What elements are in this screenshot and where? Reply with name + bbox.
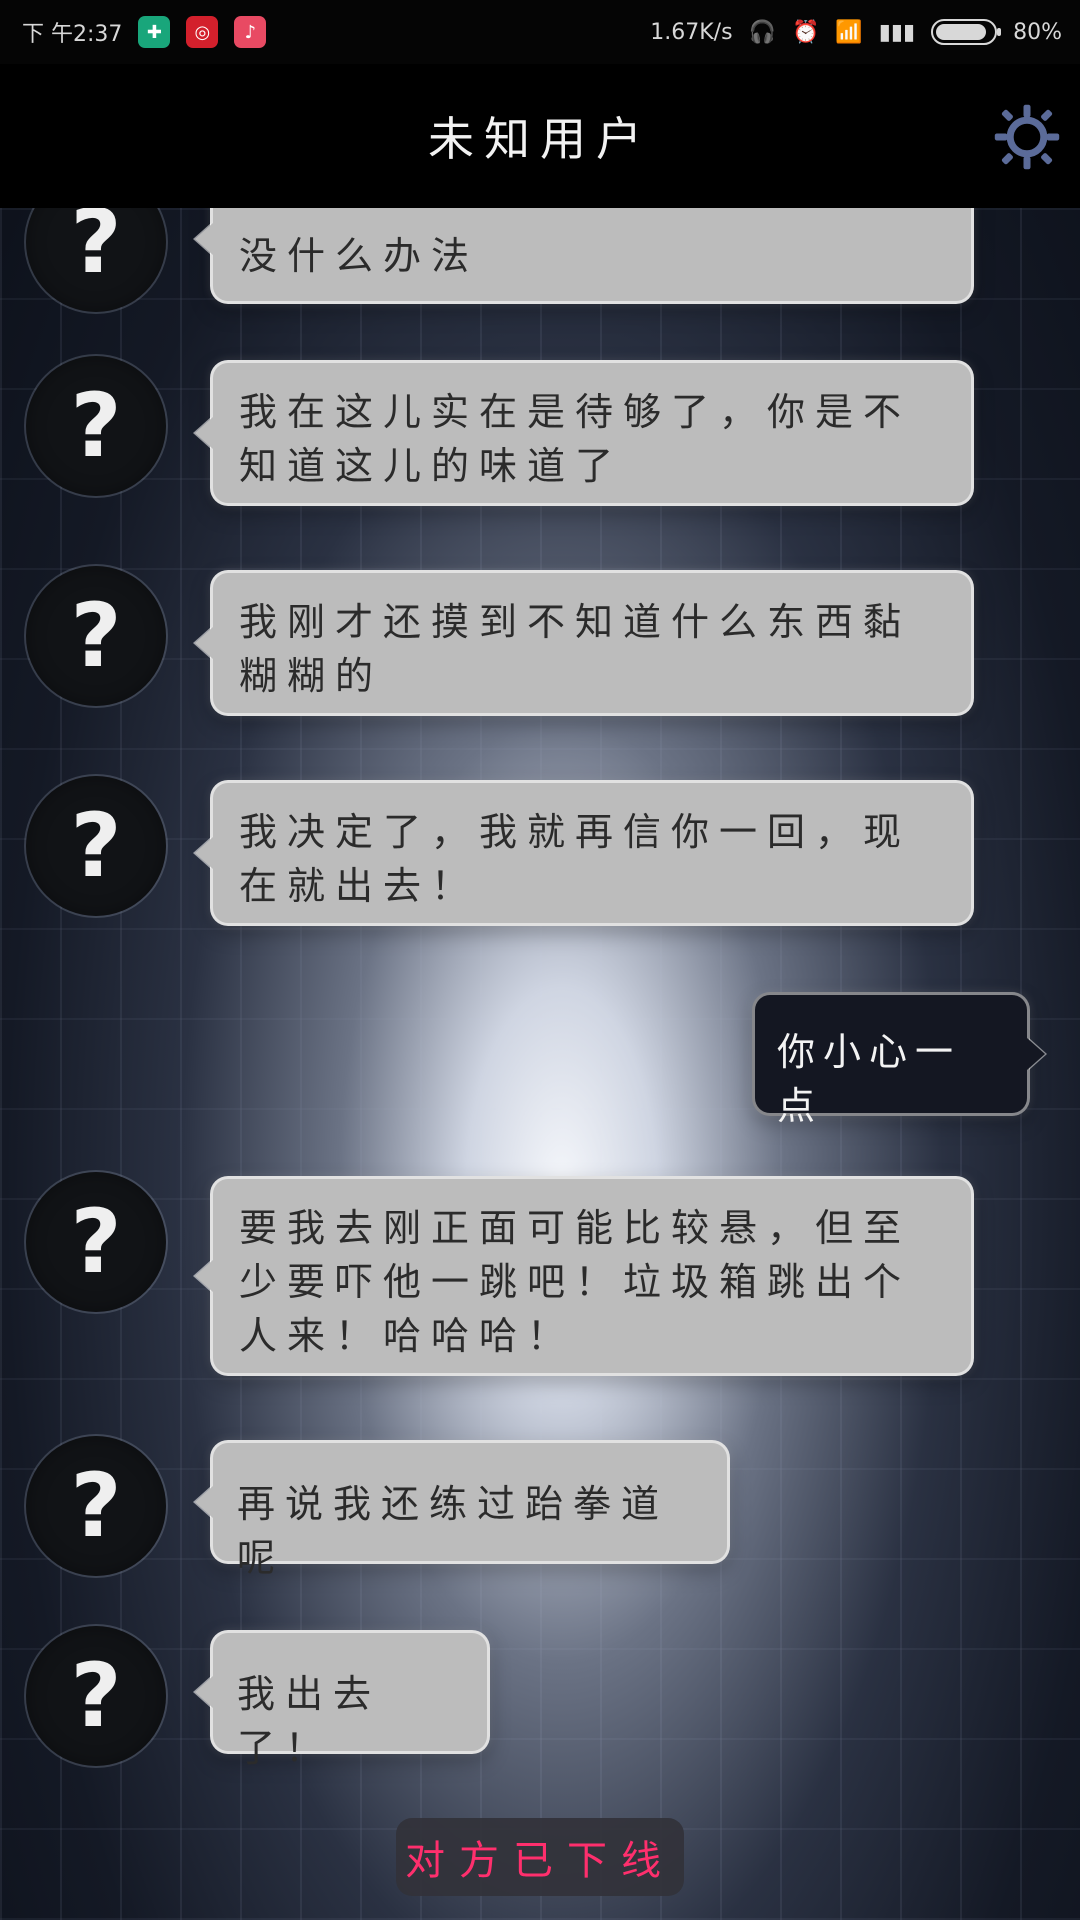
battery-tip (997, 28, 1002, 36)
message-bubble: 再说我还练过跆拳道呢 (210, 1440, 730, 1580)
question-mark-icon: ? (70, 208, 122, 293)
question-mark-icon: ? (70, 794, 122, 897)
chat-header: 未知用户 (0, 64, 1080, 208)
question-mark-icon: ? (70, 1190, 122, 1293)
tiktok-icon: ♪ (234, 16, 267, 48)
chat-title: 未知用户 (428, 112, 652, 166)
message-text: 我刚才还摸到不知道什么东西黏糊糊的 (239, 600, 912, 698)
battery-fill (936, 24, 986, 40)
question-mark-icon: ? (70, 1644, 122, 1747)
avatar-unknown-user: ? (26, 1626, 166, 1766)
battery-percent: 80% (1013, 19, 1062, 45)
alarm-icon: ⏰ (791, 19, 820, 45)
headphones-icon: 🎧 (748, 19, 776, 45)
message-text: 我出去了！ (237, 1672, 382, 1770)
message-text: 再说我还练过跆拳道呢 (237, 1482, 670, 1580)
time: 下 午2:37 (22, 22, 123, 47)
status-bar-left: 下 午2:37 ✚ ◎ ♪ (22, 16, 267, 48)
message-bubble: 没什么办法 (210, 208, 974, 304)
status-bar: 下 午2:37 ✚ ◎ ♪ 1.67K/s 🎧 ⏰ 📶 ▮▮▮ 80% (0, 0, 1080, 64)
avatar-unknown-user: ? (26, 208, 166, 312)
network-speed: 1.67K/s (650, 19, 733, 45)
offline-status-text: 对方已下线 (405, 1838, 675, 1884)
message-text: 我决定了，我就再信你一回，现在就出去！ (239, 810, 912, 908)
message-bubble: 我决定了，我就再信你一回，现在就出去！ (210, 780, 974, 926)
question-mark-icon: ? (70, 584, 122, 687)
gear-icon[interactable] (992, 102, 1062, 172)
signal-icon: ▮▮▮ (878, 19, 916, 45)
message-bubble: 我出去了！ (210, 1630, 490, 1770)
avatar-unknown-user: ? (26, 1436, 166, 1576)
offline-status-pill: 对方已下线 (396, 1818, 684, 1896)
message-text: 我在这儿实在是待够了，你是不知道这儿的味道了 (239, 390, 912, 488)
shield-app-icon: ✚ (138, 16, 171, 48)
message-text: 要我去刚正面可能比较悬，但至少要吓他一跳吧！垃圾箱跳出个人来！哈哈哈！ (239, 1206, 912, 1358)
wifi-icon: 📶 (835, 19, 863, 45)
message-bubble: 我刚才还摸到不知道什么东西黏糊糊的 (210, 570, 974, 716)
message-bubble: 我在这儿实在是待够了，你是不知道这儿的味道了 (210, 360, 974, 506)
chat-scroll-area[interactable]: ? 没什么办法 ? 我在这儿实在是待够了，你是不知道这儿的味道了 ? 我刚才还摸… (0, 208, 1080, 1920)
avatar-unknown-user: ? (26, 1172, 166, 1312)
question-mark-icon: ? (70, 374, 122, 477)
battery-icon (931, 19, 1002, 45)
message-text: 你小心一点 (777, 1030, 962, 1128)
avatar-unknown-user: ? (26, 356, 166, 496)
my-message-bubble: 你小心一点 (752, 992, 1030, 1128)
avatar-unknown-user: ? (26, 776, 166, 916)
message-text: 没什么办法 (239, 234, 480, 278)
status-bar-right: 1.67K/s 🎧 ⏰ 📶 ▮▮▮ 80% (650, 19, 1062, 45)
question-mark-icon: ? (70, 1454, 122, 1557)
message-bubble: 要我去刚正面可能比较悬，但至少要吓他一跳吧！垃圾箱跳出个人来！哈哈哈！ (210, 1176, 974, 1376)
avatar-unknown-user: ? (26, 566, 166, 706)
netease-music-icon: ◎ (186, 16, 219, 48)
